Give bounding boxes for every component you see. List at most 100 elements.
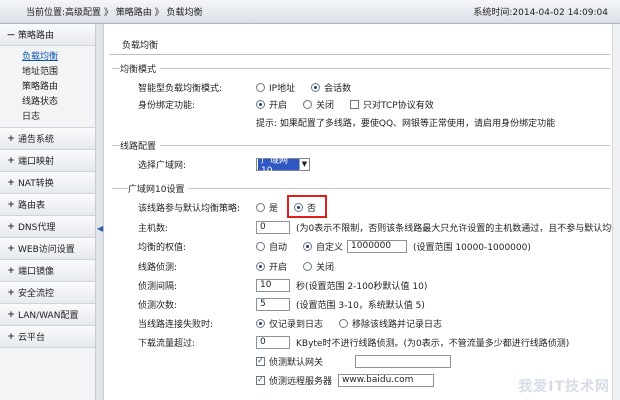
traffic-input[interactable]: 0 [256,335,290,349]
top-bar: 当前位置:高级配置 》 策略路由 》 负载均衡 系统时间:2014-04-02 … [0,0,620,24]
hosts-input[interactable]: 0 [256,220,290,234]
count-input[interactable]: 5 [256,297,290,311]
expand-icon: + [7,309,15,320]
sidebar-item-log[interactable]: 日志 [0,108,95,123]
hosts-row: 主机数: 0 (为0表示不限制，否则该条线路最大只允许设置的主机数通过，且不参与… [138,220,620,234]
collapse-arrow-icon[interactable]: ◀ [97,224,103,233]
detect-gateway-input[interactable] [355,354,452,368]
detect-gateway-checkbox[interactable]: ✓ 侦测默认网关 [256,355,323,368]
expand-icon: + [7,331,15,342]
wan-select[interactable]: 广域网10 ▼ [256,156,310,176]
checkbox-checked-icon[interactable]: ✓ [256,375,265,385]
sidebar-category-policy-routing[interactable]: － 策略路由 [0,24,95,46]
sidebar-subitems: 负载均衡 地址范围 策略路由 线路状态 日志 [0,46,95,128]
section-title-mode: 均衡模式 [120,62,161,75]
expand-icon: + [7,133,15,144]
participate-yes-option[interactable]: 是 [256,201,278,214]
smart-mode-label: 智能型负载均衡模式: [138,83,223,94]
sidebar-item-policy-route[interactable]: 策略路由 [0,78,95,93]
radio-icon[interactable] [303,99,313,109]
radio-icon[interactable] [256,241,265,251]
tcp-only-checkbox[interactable]: 只对TCP协议有效 [350,98,434,111]
sidebar-category-notice[interactable]: + 通告系统 [0,128,95,150]
bind-off-option[interactable]: 关闭 [303,98,334,111]
detect-label: 线路侦测: [138,262,178,273]
radio-icon[interactable] [339,318,349,328]
sidebar-item-address-range[interactable]: 地址范围 [0,63,95,78]
fail-row: 当线路连接失败时: 仅记录到日志 移除该线路并记录日志 [138,316,458,330]
radio-icon[interactable] [256,82,265,92]
expand-icon: + [7,221,15,232]
sidebar-category-dns-proxy[interactable]: + DNS代理 [0,216,95,238]
sidebar-category-label: 策略路由 [18,31,55,41]
collapse-icon: － [6,31,16,41]
sidebar-category-security[interactable]: + 安全流控 [0,282,95,304]
sidebar-category-route-table[interactable]: + 路由表 [0,194,95,216]
count-row: 侦测次数: 5 (设置范围 3-10，系统默认值 5) [138,297,425,311]
weight-auto-option[interactable]: 自动 [256,240,287,253]
bind-label: 身份绑定功能: [138,100,196,111]
scrollbar[interactable] [612,24,620,400]
select-wan-label: 选择广域网: [138,160,187,171]
fail-label: 当线路连接失败时: [138,319,214,330]
interval-note: 秒(设置范围 2-100秒默认值 10) [296,281,428,292]
panel-title: 负载均衡 [122,41,159,51]
sidebar-item-line-status[interactable]: 线路状态 [0,93,95,108]
radio-selected-icon[interactable] [303,241,313,251]
radio-icon[interactable] [303,261,313,271]
count-note: (设置范围 3-10，系统默认值 5) [296,300,425,311]
chevron-down-icon[interactable]: ▼ [298,158,309,170]
sidebar-category-lan-wan[interactable]: + LAN/WAN配置 [0,304,95,326]
sidebar-category-port-mirror[interactable]: + 端口镜像 [0,260,95,282]
radio-selected-icon[interactable] [256,261,265,271]
highlight-box [287,195,327,218]
weight-input[interactable]: 1000000 [347,239,408,253]
sidebar-item-load-balance[interactable]: 负载均衡 [0,48,95,63]
section-title-line: 线路配置 [120,139,161,152]
detect-remote-checkbox[interactable]: ✓ 侦测远程服务器 [256,374,332,387]
breadcrumb: 当前位置:高级配置 》 策略路由 》 负载均衡 [26,8,203,18]
checkbox-icon[interactable] [350,99,360,109]
sidebar-category-label: 通告系统 [18,135,55,145]
interval-label: 侦测间隔: [138,281,178,292]
main-panel: 负载均衡 均衡模式 智能型负载均衡模式: IP地址 会话数 身份绑定功能: 开启… [104,24,620,400]
sidebar-category-web-access[interactable]: + WEB访问设置 [0,238,95,260]
sidebar-category-nat[interactable]: + NAT转换 [0,172,95,194]
weight-note: (设置范围 10000-1000000) [413,242,531,253]
sidebar: － 策略路由 负载均衡 地址范围 策略路由 线路状态 日志 + 通告系统 + 端… [0,24,96,400]
sidebar-category-cloud[interactable]: + 云平台 [0,326,95,348]
sidebar-category-label: 路由表 [18,201,46,211]
smart-mode-session-option[interactable]: 会话数 [311,81,351,94]
interval-row: 侦测间隔: 10 秒(设置范围 2-100秒默认值 10) [138,278,427,292]
mode-tip: 提示: 如果配置了多线路，要使QQ、网银等正常使用，请启用身份绑定功能 [256,115,555,129]
checkbox-checked-icon[interactable]: ✓ [256,356,265,366]
weight-custom-option[interactable]: 自定义 [303,240,343,253]
radio-selected-icon[interactable] [311,82,321,92]
divider [110,54,610,55]
remote-server-input[interactable]: www.baidu.com [338,373,435,387]
sidebar-splitter[interactable]: ◀ [96,24,104,400]
sidebar-category-label: 云平台 [18,333,46,343]
hosts-label: 主机数: [138,223,169,234]
fail-remove-option[interactable]: 移除该线路并记录日志 [339,317,442,330]
smart-mode-ip-option[interactable]: IP地址 [256,81,295,94]
radio-selected-icon[interactable] [256,318,265,328]
expand-icon: + [7,199,15,210]
sidebar-category-label: 端口映射 [18,157,55,167]
detect-row: 线路侦测: 开启 关闭 [138,259,350,273]
sidebar-category-label: LAN/WAN配置 [18,311,79,321]
interval-input[interactable]: 10 [256,278,290,292]
radio-selected-icon[interactable] [256,99,265,109]
sidebar-category-port-mapping[interactable]: + 端口映射 [0,150,95,172]
traffic-note: KByte时不进行线路侦测。(为0表示，不管流量多少都进行线路侦测) [296,338,570,349]
fail-log-option[interactable]: 仅记录到日志 [256,317,323,330]
expand-icon: + [7,265,15,276]
divider [112,68,610,69]
radio-icon[interactable] [256,202,265,212]
detect-on-option[interactable]: 开启 [256,260,287,273]
detect-off-option[interactable]: 关闭 [303,260,334,273]
smart-mode-row: 智能型负载均衡模式: IP地址 会话数 [138,80,367,94]
section-title-wan: 广域网10设置 [128,182,189,195]
bind-on-option[interactable]: 开启 [256,98,287,111]
watermark: 我爱IT技术网 [518,379,610,395]
